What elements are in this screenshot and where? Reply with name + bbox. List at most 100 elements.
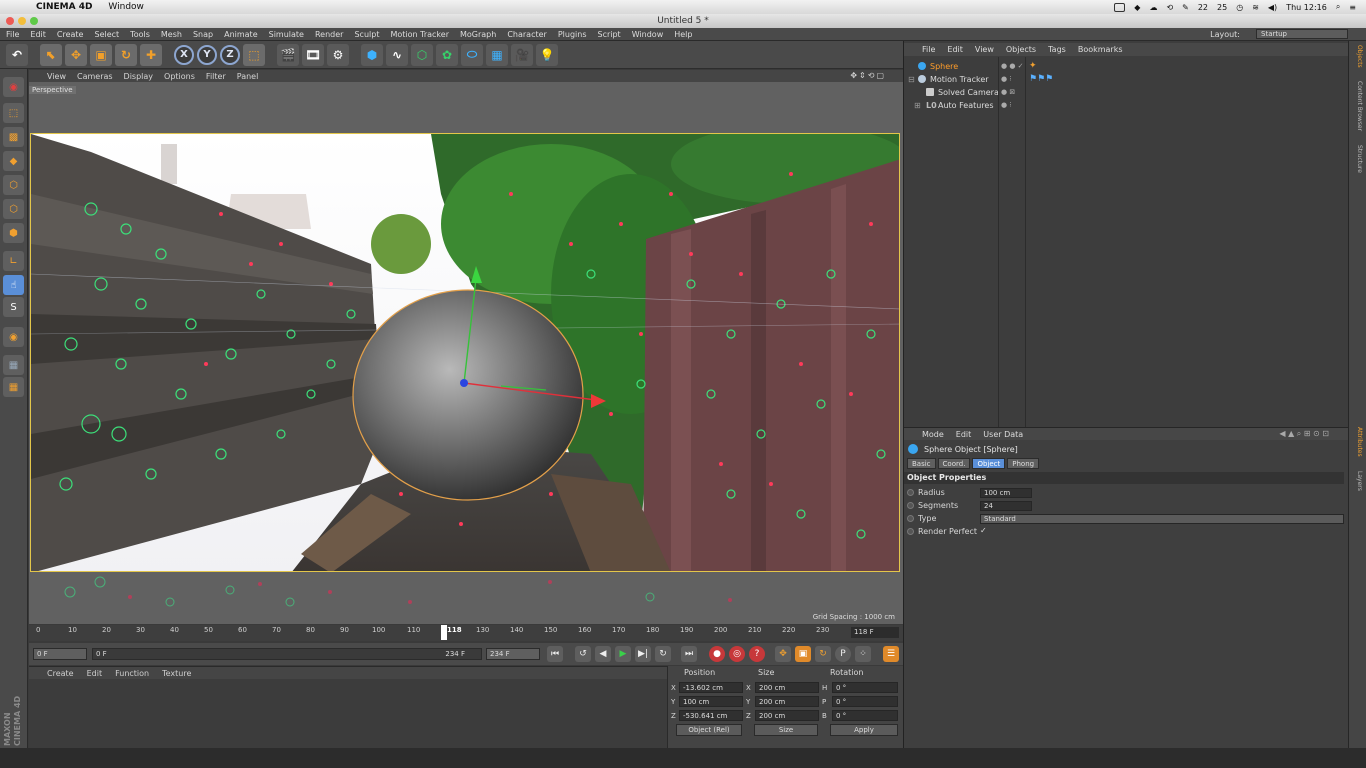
zoom-window-button[interactable]	[30, 17, 38, 25]
record-position-icon[interactable]: ✥	[775, 646, 791, 662]
cpu-indicator[interactable]: 25	[1217, 3, 1227, 12]
side-tab-attributes[interactable]: Attributes	[1352, 427, 1363, 457]
object-name[interactable]: Solved Camera	[938, 86, 999, 99]
tab-object[interactable]: Object	[972, 458, 1006, 469]
object-menu-file[interactable]: File	[922, 45, 935, 54]
object-name[interactable]: Motion Tracker	[930, 73, 989, 86]
timeline-window-icon[interactable]: ☰	[883, 646, 899, 662]
visibility-dots[interactable]: ● ⊠	[1001, 86, 1025, 99]
animate-dot[interactable]	[907, 502, 914, 509]
size-y-field[interactable]: 200 cm	[755, 696, 819, 707]
material-menu-edit[interactable]: Edit	[87, 669, 103, 678]
edges-mode-button[interactable]: ⬡	[3, 199, 24, 219]
add-cube-button[interactable]: ⬢	[361, 43, 383, 66]
move-tool-button[interactable]: ✥	[65, 43, 87, 66]
menu-mesh[interactable]: Mesh	[161, 30, 182, 39]
tab-phong[interactable]: Phong	[1007, 458, 1040, 469]
menu-tools[interactable]: Tools	[130, 30, 150, 39]
menu-plugins[interactable]: Plugins	[558, 30, 587, 39]
animate-dot[interactable]	[907, 528, 914, 535]
mac-menu-window[interactable]: Window	[108, 2, 144, 12]
render-view-button[interactable]: 🎬	[277, 43, 299, 66]
visibility-dots[interactable]: ● ● ✓	[1001, 60, 1025, 73]
size-x-field[interactable]: 200 cm	[755, 682, 819, 693]
viewport-menu-filter[interactable]: Filter	[206, 72, 226, 81]
expand-icon[interactable]: ⊟	[908, 73, 915, 86]
menubar-clock[interactable]: Thu 12:16	[1286, 3, 1327, 12]
coordinate-system-button[interactable]: ⬚	[243, 43, 265, 66]
rotate-tool-button[interactable]: ↻	[115, 43, 137, 66]
attribute-menu-edit[interactable]: Edit	[956, 430, 972, 439]
segments-field[interactable]: 24	[980, 501, 1032, 511]
add-deformer-button[interactable]: ⬭	[461, 43, 483, 66]
column-divider[interactable]	[1025, 57, 1026, 427]
attribute-menu-user-data[interactable]: User Data	[983, 430, 1023, 439]
position-z-field[interactable]: -530.641 cm	[679, 710, 743, 721]
end-frame-field[interactable]: 234 F	[486, 648, 540, 660]
undo-button[interactable]: ↶	[6, 43, 28, 66]
render-settings-button[interactable]: ⚙	[327, 43, 349, 66]
add-nurbs-button[interactable]: ⬡	[411, 43, 433, 66]
side-tab-layers[interactable]: Layers	[1352, 471, 1363, 491]
list-icon[interactable]: ≡	[1349, 3, 1356, 12]
menu-window[interactable]: Window	[632, 30, 664, 39]
coord-mode-dropdown[interactable]: Object (Rel)	[676, 724, 742, 736]
object-menu-bookmarks[interactable]: Bookmarks	[1078, 45, 1123, 54]
timeline-ruler[interactable]: 0 10 20 30 40 50 60 70 80 90 100 110 118…	[29, 625, 903, 641]
record-scale-icon[interactable]: ▣	[795, 646, 811, 662]
mac-app-name[interactable]: CINEMA 4D	[36, 2, 92, 12]
menu-script[interactable]: Script	[597, 30, 620, 39]
y-axis-lock-button[interactable]: Y	[197, 44, 217, 65]
coord-size-dropdown[interactable]: Size	[754, 724, 818, 736]
rotation-h-field[interactable]: 0 °	[832, 682, 898, 693]
material-menu-create[interactable]: Create	[47, 669, 74, 678]
recent-tool-button[interactable]: ✚	[140, 43, 162, 66]
column-divider[interactable]	[998, 57, 999, 427]
render-picture-viewer-button[interactable]: 🎞	[302, 43, 324, 66]
menu-help[interactable]: Help	[674, 30, 692, 39]
material-manager[interactable]: Create Edit Function Texture	[29, 666, 667, 748]
record-rotation-icon[interactable]: ↻	[815, 646, 831, 662]
object-menu-tags[interactable]: Tags	[1048, 45, 1066, 54]
object-row-motion-tracker[interactable]: ⊟ Motion Tracker ● ⁝ ⚑⚑⚑	[904, 73, 1349, 86]
prev-frame-icon[interactable]: ◀	[595, 646, 611, 662]
radius-field[interactable]: 100 cm	[980, 488, 1032, 498]
visibility-dots[interactable]: ● ⁝	[1001, 73, 1025, 86]
viewport-perspective[interactable]: Perspective Grid Spacing: 1000 cm	[29, 82, 903, 624]
tab-basic[interactable]: Basic	[907, 458, 936, 469]
object-row-sphere[interactable]: Sphere ● ● ✓ ✦	[904, 60, 1349, 73]
rotation-b-field[interactable]: 0 °	[832, 710, 898, 721]
x-axis-lock-button[interactable]: X	[174, 44, 194, 65]
add-spline-button[interactable]: ∿	[386, 43, 408, 66]
live-selection-button[interactable]: ⬉	[40, 43, 62, 66]
phong-tag-icon[interactable]: ✦	[1029, 60, 1037, 73]
current-frame-field[interactable]: 118 F	[851, 627, 899, 638]
polygons-mode-button[interactable]: ⬢	[3, 223, 24, 243]
add-camera-button[interactable]: 🎥	[511, 43, 533, 66]
menu-sculpt[interactable]: Sculpt	[354, 30, 379, 39]
viewport-menu-cameras[interactable]: Cameras	[77, 72, 113, 81]
record-point-level-icon[interactable]: ⁘	[855, 646, 871, 662]
loop-icon[interactable]: ↻	[655, 646, 671, 662]
object-menu-view[interactable]: View	[975, 45, 994, 54]
side-tab-content-browser[interactable]: Content Browser	[1352, 81, 1363, 131]
model-mode-button[interactable]: ⬚	[3, 103, 24, 123]
menu-mograph[interactable]: MoGraph	[460, 30, 496, 39]
animate-dot[interactable]	[907, 489, 914, 496]
autokey-icon[interactable]: ◎	[729, 646, 745, 662]
tracker-tags-icon[interactable]: ⚑⚑⚑	[1029, 73, 1053, 86]
side-tab-objects[interactable]: Objects	[1352, 45, 1363, 68]
type-dropdown[interactable]: Standard	[980, 514, 1344, 524]
attribute-nav-icons[interactable]: ◀ ▲ ⌕ ⊞ ⊙ ⊡	[1279, 429, 1329, 439]
z-axis-lock-button[interactable]: Z	[220, 44, 240, 65]
texture-mode-button[interactable]: ▩	[3, 127, 24, 147]
keyframe-selection-icon[interactable]: ?	[749, 646, 765, 662]
camera-icon[interactable]	[1114, 2, 1126, 12]
axis-mode-button[interactable]: ∟	[3, 251, 24, 271]
size-z-field[interactable]: 200 cm	[755, 710, 819, 721]
snap-button[interactable]: S	[3, 297, 24, 317]
menu-character[interactable]: Character	[507, 30, 547, 39]
go-to-end-icon[interactable]: ⏭	[681, 646, 697, 662]
volume-icon[interactable]: ◀)	[1268, 3, 1277, 12]
position-y-field[interactable]: 100 cm	[679, 696, 743, 707]
